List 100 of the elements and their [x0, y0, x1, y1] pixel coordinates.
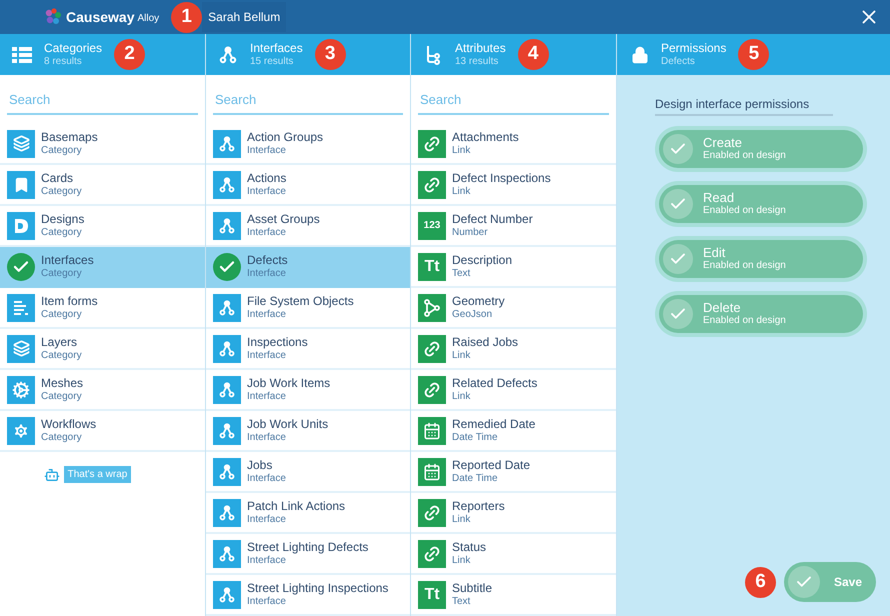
result-count: 13 results: [455, 56, 500, 68]
panel-subtitle: Defects: [661, 56, 696, 68]
item-type: Category: [41, 308, 83, 320]
permission-name: Read: [703, 191, 734, 204]
item-type: Interface: [247, 594, 287, 608]
item-type: Interface: [247, 554, 287, 566]
item-title: Reporters: [452, 500, 505, 512]
column-title: Interfaces: [250, 40, 303, 56]
permission-name: Delete: [703, 301, 741, 314]
item-title: Raised Jobs: [452, 336, 518, 348]
step-number-badge: 2: [114, 39, 146, 70]
item-title: Street Lighting Inspections: [247, 582, 388, 594]
item-title: Patch Link Actions: [247, 500, 346, 512]
item-title: Remedied Date: [452, 418, 536, 430]
logo-text: Causeway: [66, 8, 134, 27]
item-type: Link: [452, 512, 472, 526]
list-item[interactable]: Interfaces Category: [0, 247, 205, 288]
item-title: Actions: [247, 172, 286, 184]
search-field[interactable]: Search: [213, 85, 403, 115]
item-type: Text: [452, 594, 472, 608]
link-icon: [418, 498, 446, 526]
user-name: Sarah Bellum: [202, 2, 286, 32]
item-type: Interface: [247, 430, 287, 444]
end-message: That's a wrap: [64, 466, 132, 483]
permission-name: Create: [703, 136, 742, 149]
item-title: Status: [452, 540, 486, 554]
item-title: Action Groups: [247, 130, 324, 144]
item-title: Item forms: [41, 294, 98, 308]
item-title: Description: [452, 254, 512, 266]
item-title: Defects: [247, 254, 288, 266]
item-title: Job Work Units: [247, 418, 328, 430]
logo-suffix: Alloy: [137, 12, 160, 26]
result-count: 8 results: [44, 56, 83, 68]
search-field[interactable]: Search: [418, 85, 609, 115]
column-title: Permissions: [661, 40, 726, 56]
result-count: 15 results: [250, 56, 294, 68]
item-type: Link: [452, 554, 472, 566]
link-icon: [418, 130, 446, 158]
item-type: Category: [41, 390, 83, 402]
interface-icon: [218, 44, 238, 64]
calendar-icon: [418, 458, 446, 486]
item-type: Category: [41, 144, 83, 156]
gears-icon: [7, 376, 35, 404]
section-heading: Design interface permissions: [655, 95, 833, 116]
link-icon: [418, 376, 446, 404]
item-title: Layers: [41, 336, 78, 348]
step-number-badge: 4: [518, 39, 549, 70]
permission-status: Enabled on design: [703, 204, 786, 217]
lock-icon: [631, 46, 649, 64]
form-icon: [7, 294, 35, 322]
design-icon: [7, 212, 35, 240]
step-number-badge: 6: [745, 566, 776, 598]
item-type: Interface: [247, 144, 287, 156]
permission-status: Enabled on design: [703, 259, 786, 272]
item-title: Street Lighting Defects: [247, 540, 368, 554]
permission-status: Enabled on design: [703, 149, 786, 162]
gear-icon: [7, 416, 35, 444]
item-title: Inspections: [247, 336, 308, 348]
item-type: Interface: [247, 226, 287, 238]
list-icon: [12, 46, 32, 64]
step-number-badge: 5: [738, 39, 770, 70]
item-title: Cards: [41, 172, 74, 184]
tree-icon: [425, 44, 441, 64]
bookmark-icon: [7, 170, 35, 198]
item-type: Link: [452, 390, 472, 402]
item-type: Category: [41, 348, 82, 362]
item-type: Interface: [247, 390, 287, 402]
layers-icon: [7, 130, 35, 158]
type-icon: Tt: [418, 580, 446, 608]
item-type: Number: [452, 226, 489, 238]
item-title: Meshes: [41, 376, 84, 390]
column-title: Categories: [44, 40, 102, 56]
item-title: Designs: [41, 212, 84, 226]
link-icon: [418, 540, 446, 568]
item-title: Geometry: [452, 294, 505, 308]
item-type: Category: [41, 266, 83, 280]
item-title: Basemaps: [41, 130, 98, 144]
item-type: Interface: [247, 308, 287, 320]
layers-icon: [7, 334, 35, 362]
calendar-icon: [418, 416, 446, 444]
check-icon: [213, 252, 241, 280]
search-field[interactable]: Search: [7, 85, 198, 115]
robot-icon: [44, 466, 60, 482]
item-title: Attachments: [452, 130, 519, 144]
geometry-icon: [418, 294, 446, 322]
link-icon: [418, 170, 446, 198]
link-icon: [418, 334, 446, 362]
item-type: Text: [452, 266, 472, 280]
item-title: Reported Date: [452, 458, 530, 472]
item-type: Link: [452, 144, 472, 156]
item-title: File System Objects: [247, 294, 354, 308]
item-type: Category: [41, 430, 83, 444]
item-type: Interface: [247, 512, 287, 526]
list-item[interactable]: Defects Interface: [206, 247, 410, 288]
item-type: Date Time: [452, 430, 499, 444]
item-type: GeoJson: [452, 308, 494, 320]
item-type: Interface: [247, 348, 287, 362]
item-title: Asset Groups: [247, 212, 320, 226]
item-type: Link: [452, 184, 472, 198]
type-icon: 123: [418, 212, 446, 240]
